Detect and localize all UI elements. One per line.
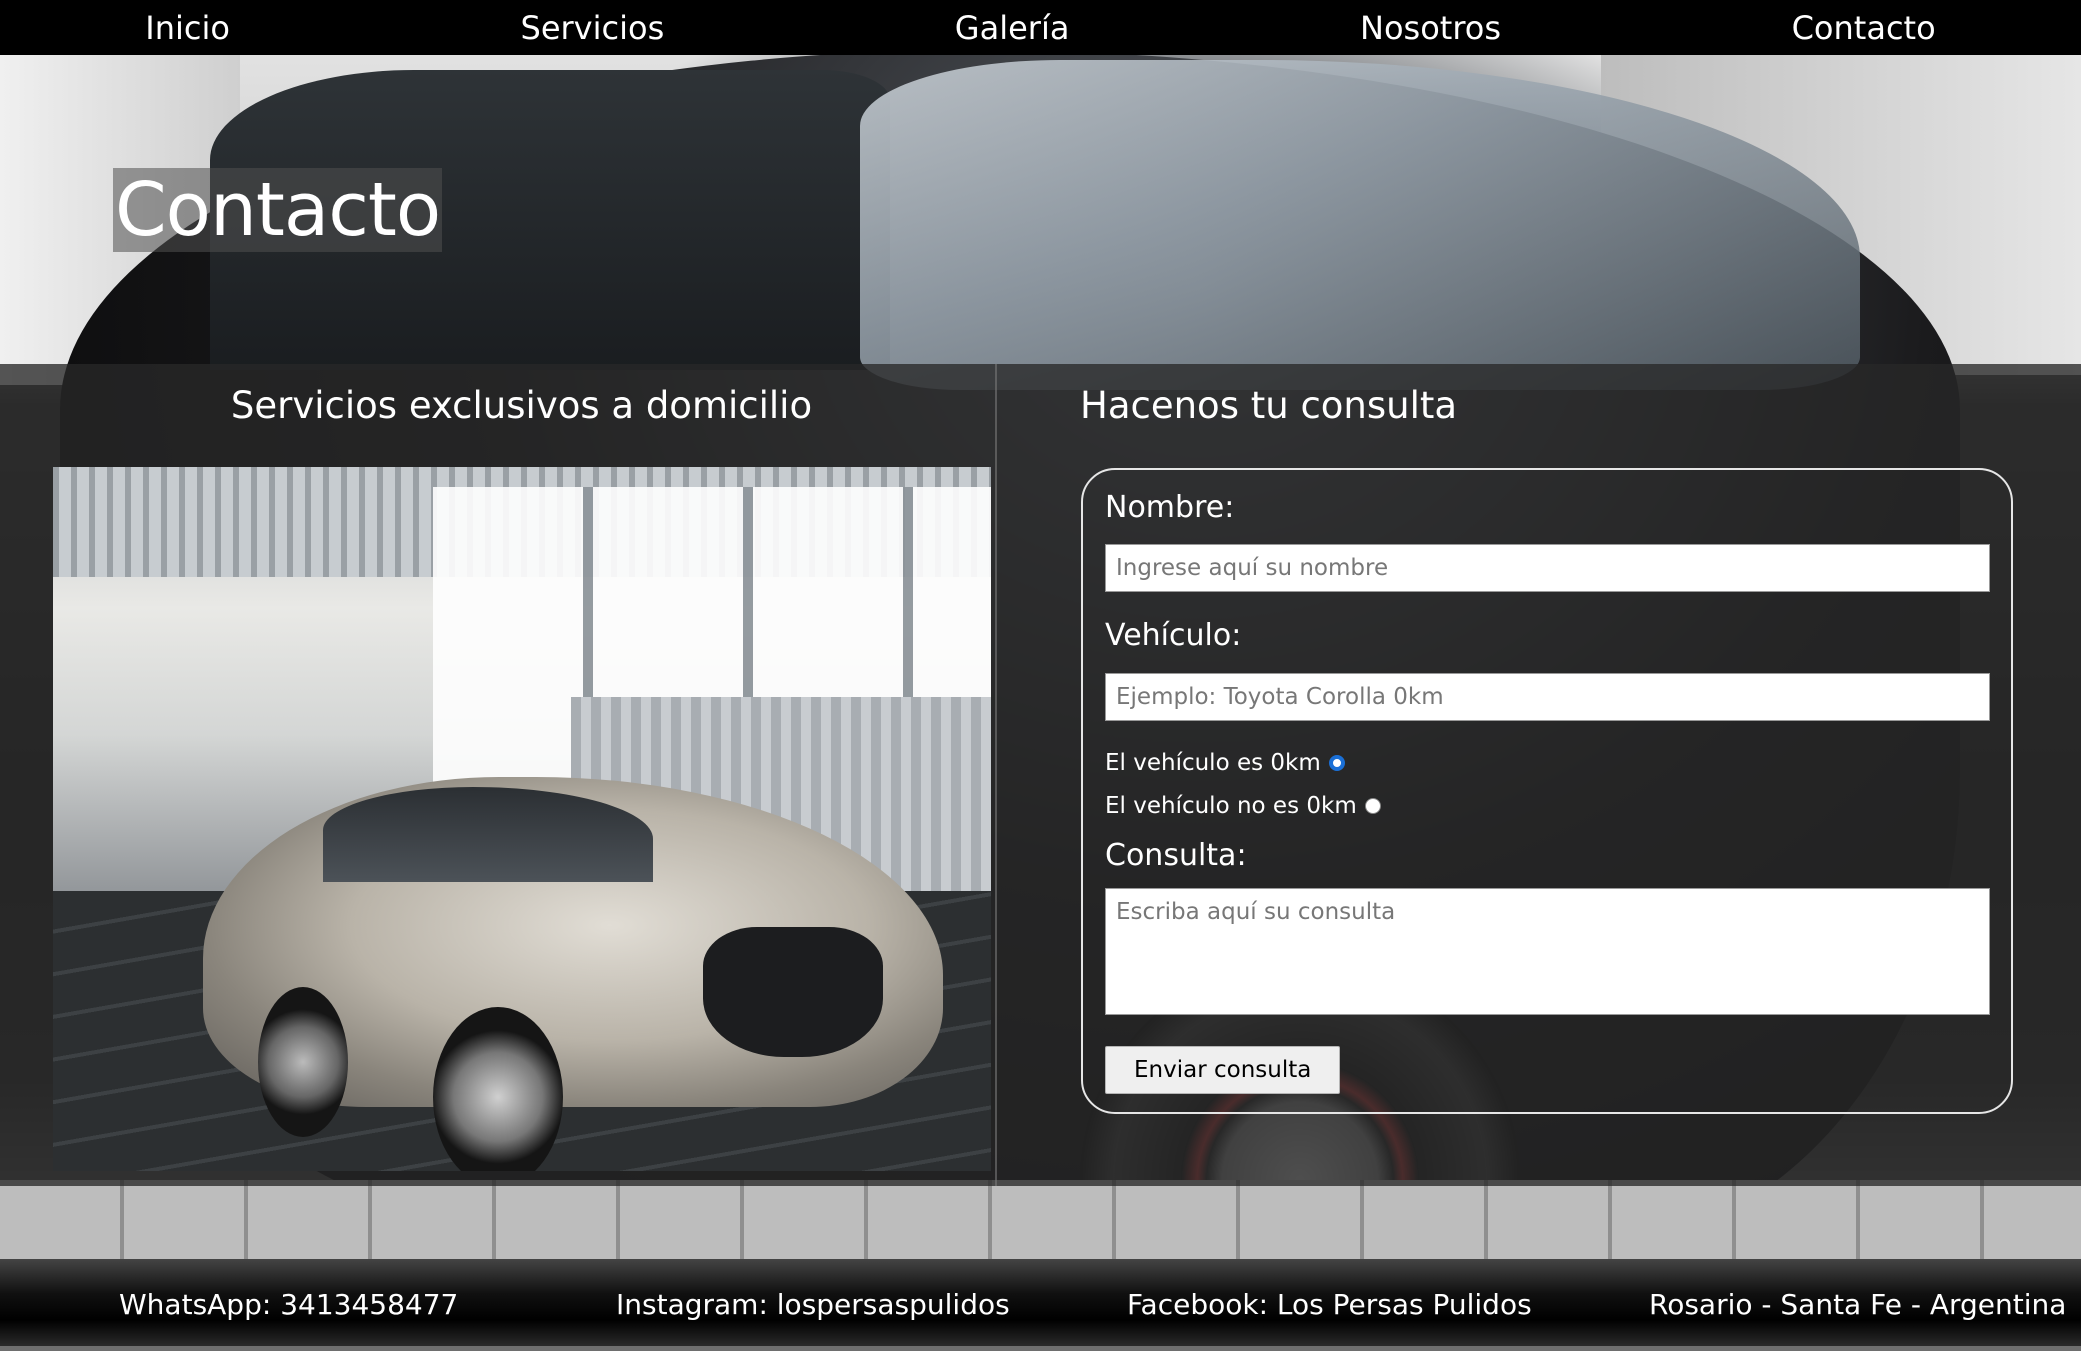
nav-link-nosotros[interactable]: Nosotros xyxy=(1360,9,1501,47)
nav-link-inicio[interactable]: Inicio xyxy=(145,9,230,47)
services-title: Servicios exclusivos a domicilio xyxy=(230,384,813,427)
radio-no-0km-row: El vehículo no es 0km xyxy=(1105,793,1381,819)
vehiculo-input[interactable]: Ejemplo: Toyota Corolla 0km xyxy=(1105,673,1990,721)
page-title: Contacto xyxy=(113,167,443,253)
footer-whatsapp[interactable]: WhatsApp: 3413458477 xyxy=(119,1259,458,1351)
car-showroom-photo xyxy=(53,467,991,1171)
consulta-textarea[interactable]: Escriba aquí su consulta xyxy=(1105,888,1990,1015)
radio-no-0km-label: El vehículo no es 0km xyxy=(1105,793,1357,819)
footer: WhatsApp: 3413458477 Instagram: lospersa… xyxy=(0,1259,2081,1346)
contact-form: Nombre: Ingrese aquí su nombre Vehículo:… xyxy=(1081,468,2013,1114)
consulta-label: Consulta: xyxy=(1105,838,1247,873)
photo-car-grille xyxy=(703,927,883,1057)
top-nav: Inicio Servicios Galería Nosotros Contac… xyxy=(0,0,2081,55)
nombre-input[interactable]: Ingrese aquí su nombre xyxy=(1105,544,1990,592)
photo-car-rear-wheel xyxy=(258,987,348,1137)
radio-0km-row: El vehículo es 0km xyxy=(1105,750,1345,776)
nav-link-contacto[interactable]: Contacto xyxy=(1792,9,1936,47)
nav-link-servicios[interactable]: Servicios xyxy=(521,9,665,47)
nombre-label: Nombre: xyxy=(1105,490,1235,525)
main-content: Servicios exclusivos a domicilio Hacenos… xyxy=(0,364,2081,1186)
footer-facebook[interactable]: Facebook: Los Persas Pulidos xyxy=(1127,1259,1532,1351)
radio-0km-label: El vehículo es 0km xyxy=(1105,750,1321,776)
vehiculo-label: Vehículo: xyxy=(1105,618,1242,653)
submit-button[interactable]: Enviar consulta xyxy=(1105,1046,1341,1094)
radio-0km[interactable] xyxy=(1328,755,1345,771)
nav-link-galeria[interactable]: Galería xyxy=(955,9,1070,47)
footer-instagram[interactable]: Instagram: lospersaspulidos xyxy=(616,1259,1010,1351)
radio-no-0km[interactable] xyxy=(1364,798,1381,814)
footer-location: Rosario - Santa Fe - Argentina xyxy=(1649,1288,2067,1321)
form-title: Hacenos tu consulta xyxy=(1080,384,1458,427)
